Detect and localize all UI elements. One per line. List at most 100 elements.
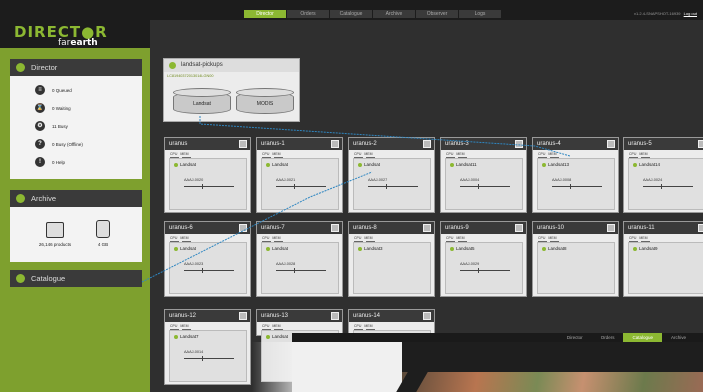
host-menu-icon[interactable] <box>515 140 523 148</box>
host-menu-icon[interactable] <box>698 140 703 148</box>
host-header: uranus-12 <box>165 310 250 322</box>
progress-marker <box>570 184 571 189</box>
job-label[interactable]: Landsat <box>174 246 196 251</box>
job-label[interactable]: Landsat3 <box>358 246 383 251</box>
host-card[interactable]: uranus-12 CPU MEM Landsat7 AAAJ-0014 <box>164 309 251 385</box>
job-name: Landsat9 <box>639 246 658 251</box>
job-label[interactable]: Landsat <box>266 246 288 251</box>
job-label[interactable]: Landsat13 <box>542 162 569 167</box>
host-card[interactable]: uranus-14CPU MEMLandsat <box>348 309 435 382</box>
host-menu-icon[interactable] <box>239 140 247 148</box>
host-menu-icon[interactable] <box>423 312 431 320</box>
host-card[interactable]: uranus-5 CPU MEM Landsat14 AAAJ-0024 <box>623 137 703 213</box>
stat-row[interactable]: ⌛ 0 Waiting <box>35 103 71 113</box>
archive-panel-header[interactable]: Archive <box>10 190 142 207</box>
nav-tab-director[interactable]: Director <box>244 10 286 18</box>
store-modis[interactable]: MODIS <box>236 88 294 116</box>
host-menu-icon[interactable] <box>607 140 615 148</box>
nav-tab-orders[interactable]: Orders <box>287 10 329 18</box>
overlay-tab-orders[interactable]: Orders <box>592 333 624 342</box>
cpu-label: CPU <box>354 152 362 156</box>
host-header: uranus-13 <box>257 310 342 322</box>
host-card[interactable]: uranus-8 CPU MEM Landsat3 <box>348 221 435 297</box>
pickups-panel[interactable]: landsat-pickups LC81940372013014LGN00 La… <box>163 58 300 122</box>
job-label[interactable]: Landsat14 <box>633 162 660 167</box>
progress-marker <box>202 184 203 189</box>
host-card[interactable]: uranus-9 CPU MEM Landsat5 AAAJ-0029 <box>440 221 527 297</box>
job-label[interactable]: Landsat7 <box>174 334 199 339</box>
host-card[interactable]: uranus-11 CPU MEM Landsat9 <box>623 221 703 297</box>
job-label[interactable]: Landsat <box>174 162 196 167</box>
job-label[interactable]: Landsat <box>266 334 288 339</box>
host-card[interactable]: uranus-10 CPU MEM Landsat8 <box>532 221 619 297</box>
host-card[interactable]: uranus-4 CPU MEM Landsat13 AAAJ-0008 <box>532 137 619 213</box>
overlay-tab-archive[interactable]: Archive <box>662 333 695 342</box>
host-menu-icon[interactable] <box>331 312 339 320</box>
host-menu-icon[interactable] <box>331 224 339 232</box>
cpu-label: CPU <box>538 152 546 156</box>
host-card[interactable]: uranus-7 CPU MEM Landsat AAAJ-0028 <box>256 221 343 297</box>
job-name: Landsat <box>180 246 197 251</box>
job-label[interactable]: Landsat <box>266 162 288 167</box>
host-card[interactable]: uranus CPU MEM Landsat AAAJ-0020 <box>164 137 251 213</box>
stat-row[interactable]: ? 0 Busy (Offline) <box>35 139 83 149</box>
nav-tab-catalogue[interactable]: Catalogue <box>330 10 372 18</box>
pickups-header: landsat-pickups <box>164 59 299 72</box>
task-id: AAAJ-0027 <box>368 178 388 182</box>
logout-link[interactable]: Log out <box>684 11 697 16</box>
job-status-dot <box>542 162 546 167</box>
host-header: uranus-11 <box>624 222 703 234</box>
job-status-dot <box>358 246 362 251</box>
director-panel-header[interactable]: Director <box>10 59 142 76</box>
job-label[interactable]: Landsat9 <box>633 246 658 251</box>
host-menu-icon[interactable] <box>423 224 431 232</box>
host-card[interactable]: uranus-6 CPU MEM Landsat AAAJ-0023 <box>164 221 251 297</box>
mem-label: MEM <box>180 152 189 156</box>
host-menu-icon[interactable] <box>239 312 247 320</box>
catalogue-panel-header[interactable]: Catalogue <box>10 270 142 287</box>
storage-icon <box>96 220 110 238</box>
job-status-dot <box>450 162 454 167</box>
stat-row[interactable]: ≡ 0 Queued <box>35 85 72 95</box>
mem-label: MEM <box>180 236 189 240</box>
progress-line <box>460 270 510 271</box>
mem-label: MEM <box>272 152 281 156</box>
stat-row[interactable]: ⚙ 11 Busy <box>35 121 68 131</box>
archive-storage-label: 4 GB <box>97 242 109 247</box>
nav-tab-logs[interactable]: Logs <box>459 10 501 18</box>
host-card[interactable]: uranus-3 CPU MEM Landsat11 AAAJ-0004 <box>440 137 527 213</box>
host-card[interactable]: uranus-13 CPU MEM Landsat <box>256 309 343 382</box>
host-card[interactable]: uranus-2 CPU MEM Landsat AAAJ-0027 <box>348 137 435 213</box>
archive-storage[interactable]: 4 GB <box>88 220 118 247</box>
progress-marker <box>386 184 387 189</box>
archive-products[interactable]: 26,146 products <box>30 222 80 247</box>
pickups-path: LC81940372013014LGN00 <box>167 74 214 78</box>
stat-row[interactable]: ! 0 Help <box>35 157 65 167</box>
job-status-dot <box>542 246 546 251</box>
host-menu-icon[interactable] <box>607 224 615 232</box>
host-header: uranus-5 <box>624 138 703 150</box>
overlay-tab-catalogue[interactable]: Catalogue <box>623 333 662 342</box>
job-name: Landsat7 <box>180 334 199 339</box>
pickups-title: landsat-pickups <box>181 62 223 68</box>
stat-label: 0 Busy (Offline) <box>52 141 83 147</box>
host-menu-icon[interactable] <box>698 224 703 232</box>
host-name: uranus-6 <box>169 225 193 231</box>
progress-line <box>552 186 602 187</box>
mem-label: MEM <box>548 236 557 240</box>
host-name: uranus-4 <box>537 141 561 147</box>
nav-tab-archive[interactable]: Archive <box>373 10 415 18</box>
nav-tab-observer[interactable]: Observer <box>416 10 458 18</box>
host-menu-icon[interactable] <box>331 140 339 148</box>
task-id: AAAJ-0021 <box>276 178 296 182</box>
job-label[interactable]: Landsat8 <box>542 246 567 251</box>
host-menu-icon[interactable] <box>239 224 247 232</box>
host-menu-icon[interactable] <box>515 224 523 232</box>
job-label[interactable]: Landsat11 <box>450 162 477 167</box>
host-menu-icon[interactable] <box>423 140 431 148</box>
job-label[interactable]: Landsat5 <box>450 246 475 251</box>
job-label[interactable]: Landsat <box>358 162 380 167</box>
overlay-tab-director[interactable]: Director <box>558 333 592 342</box>
host-card[interactable]: uranus-1 CPU MEM Landsat AAAJ-0021 <box>256 137 343 213</box>
store-landsat[interactable]: Landsat <box>173 88 231 116</box>
